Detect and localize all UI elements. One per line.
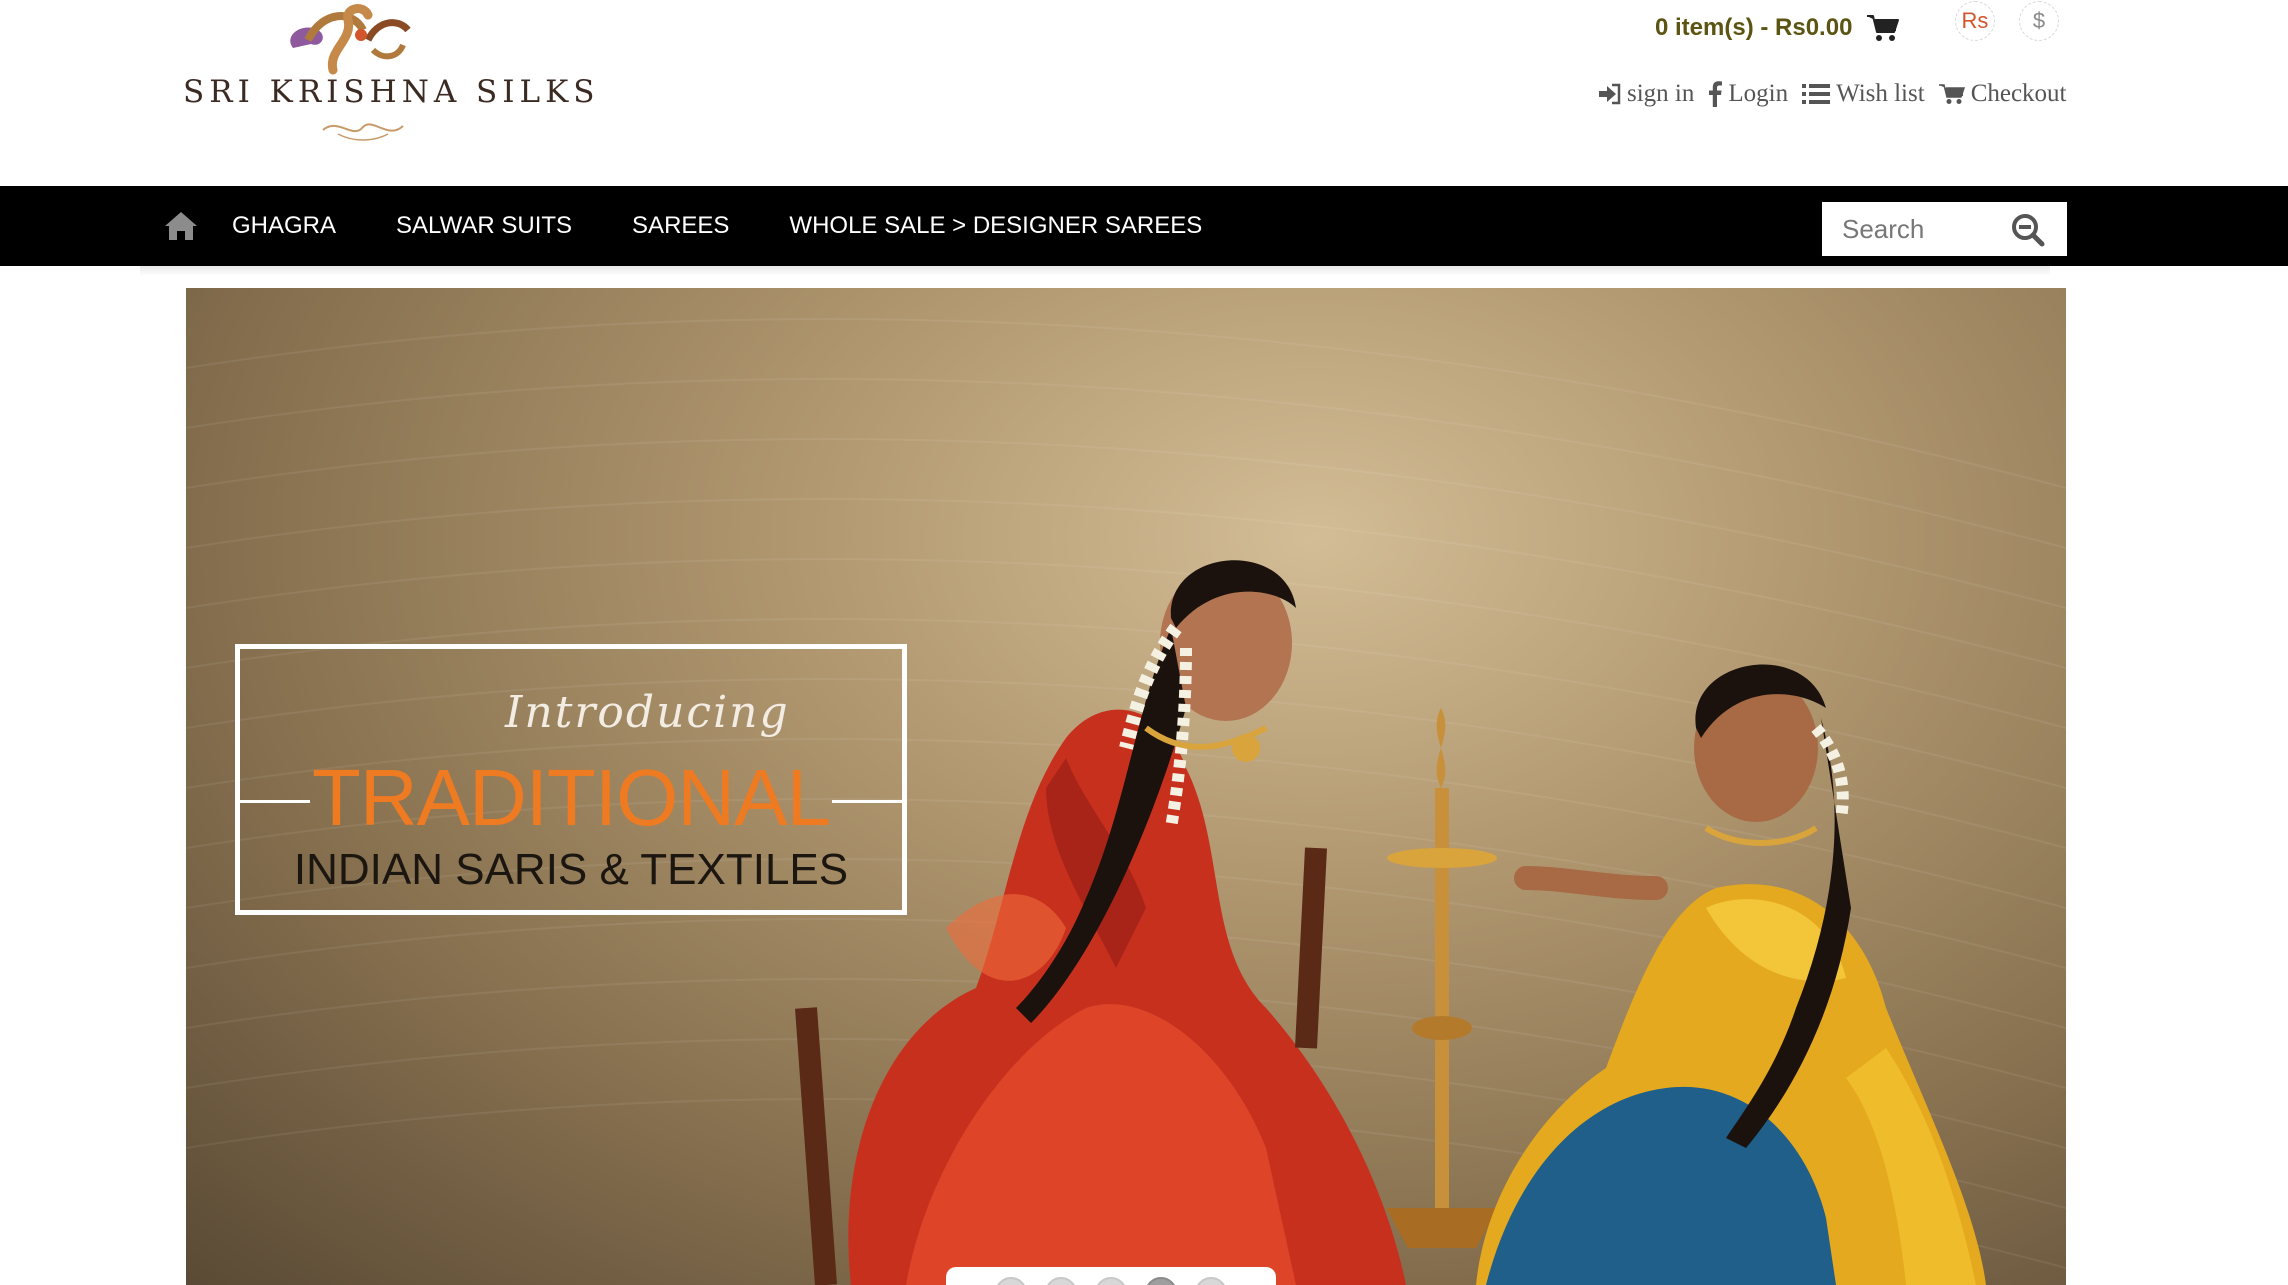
nav-shadow	[140, 266, 2050, 276]
promo-headline: TRADITIONAL	[312, 753, 831, 842]
account-links: sign in Login Wish list Checkout	[1597, 74, 2067, 114]
slider-dot[interactable]	[995, 1277, 1027, 1285]
checkout-link[interactable]: Checkout	[1938, 80, 2067, 108]
nav-item-salwar-suits[interactable]: SALWAR SUITS	[396, 212, 572, 240]
facebook-icon	[1709, 81, 1723, 107]
currency-usd-button[interactable]: $	[2019, 1, 2059, 41]
sign-in-link[interactable]: sign in	[1597, 80, 1694, 108]
cart-summary[interactable]: 0 item(s) - Rs0.00	[1655, 8, 1900, 48]
nav-item-wholesale-designer-sarees[interactable]: WHOLE SALE > DESIGNER SAREES	[789, 212, 1202, 240]
login-label: Login	[1728, 80, 1789, 107]
nav-item-ghagra[interactable]: GHAGRA	[232, 212, 336, 240]
logo-emblem	[290, 4, 411, 75]
sign-in-label: sign in	[1627, 80, 1695, 107]
wish-list-link[interactable]: Wish list	[1802, 80, 1925, 108]
slider-dot-active[interactable]	[1145, 1277, 1177, 1285]
cart-summary-text: 0 item(s) - Rs0.00	[1655, 14, 1853, 41]
slider-pagination	[946, 1267, 1276, 1285]
promo-intro: Introducing	[505, 687, 790, 738]
checkout-label: Checkout	[1970, 80, 2067, 107]
home-icon[interactable]	[164, 210, 198, 242]
search-input[interactable]	[1842, 213, 2022, 245]
wish-list-label: Wish list	[1836, 80, 1925, 107]
hero-banner[interactable]: Introducing TRADITIONAL INDIAN SARIS & T…	[186, 288, 2066, 1285]
site-header: SRI KRISHNA SILKS 0 item(s) - Rs0.00 Rs …	[0, 0, 2288, 186]
shopping-cart-icon	[1867, 15, 1900, 41]
promo-box: Introducing TRADITIONAL INDIAN SARIS & T…	[235, 644, 907, 915]
brand-logo[interactable]: SRI KRISHNA SILKS	[183, 0, 600, 141]
search-box	[1822, 202, 2067, 256]
slider-dot[interactable]	[1045, 1277, 1077, 1285]
logo-flourish	[322, 123, 404, 141]
slider-dot[interactable]	[1195, 1277, 1227, 1285]
search-icon[interactable]	[2011, 213, 2045, 247]
nav-item-sarees[interactable]: SAREES	[632, 212, 729, 240]
slider-dot[interactable]	[1095, 1277, 1127, 1285]
main-nav: GHAGRA SALWAR SUITS SAREES WHOLE SALE > …	[0, 186, 2288, 266]
currency-rs-button[interactable]: Rs	[1955, 1, 1995, 41]
brand-name: SRI KRISHNA SILKS	[183, 74, 600, 110]
list-icon	[1802, 84, 1831, 104]
cart-icon	[1938, 84, 1965, 104]
nav-menu: GHAGRA SALWAR SUITS SAREES WHOLE SALE > …	[232, 186, 1202, 266]
promo-subline: INDIAN SARIS & TEXTILES	[293, 845, 849, 894]
facebook-login-link[interactable]: Login	[1708, 80, 1788, 108]
sign-in-icon	[1599, 83, 1621, 105]
